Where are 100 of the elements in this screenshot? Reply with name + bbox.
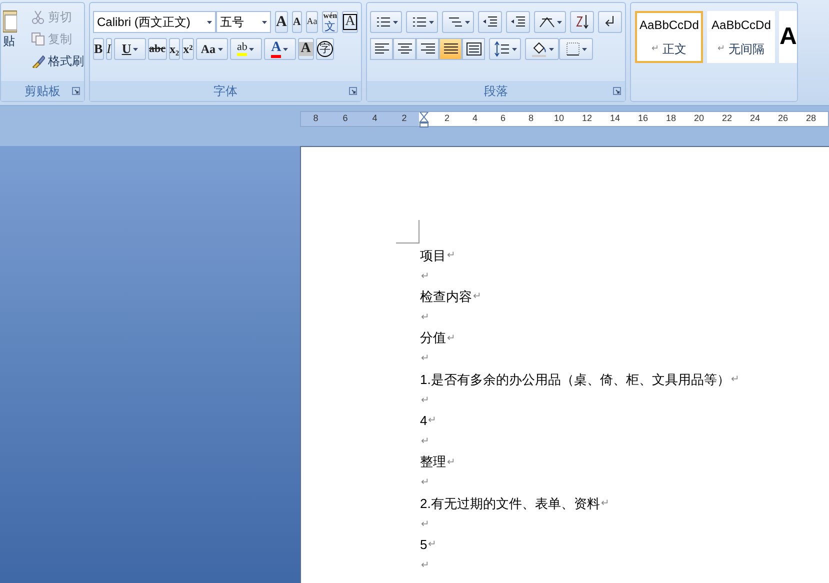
margin-corner-mark — [396, 220, 420, 244]
paragraph-text: 1.是否有多余的办公用品（桌、倚、柜、文具用品等） — [420, 370, 730, 389]
paragraph-mark: ↵ — [600, 497, 609, 512]
indent-button[interactable] — [506, 11, 530, 33]
paragraph-mark: ↵ — [718, 42, 726, 56]
align-center-button[interactable] — [393, 38, 416, 60]
format-painter-button[interactable]: 格式刷 — [31, 51, 84, 70]
distributed-icon — [466, 42, 482, 56]
decrease-indent-icon — [482, 15, 498, 29]
shading-button[interactable] — [525, 38, 560, 60]
clipboard-icon — [3, 9, 17, 33]
style-gallery-item[interactable]: A — [779, 11, 798, 63]
dialog-launcher-icon — [613, 87, 622, 95]
strikethrough-button[interactable]: abc — [148, 38, 167, 60]
paragraph-mark: ↵ — [652, 42, 660, 56]
indent-button[interactable] — [478, 11, 502, 33]
font-size-value: 五号 — [220, 14, 244, 31]
superscript-button[interactable]: x² — [182, 38, 194, 60]
border-grid-icon — [566, 42, 580, 56]
scissors-icon — [31, 10, 45, 24]
paragraph-mark: ↵ — [421, 435, 429, 450]
dialog-launcher-icon — [72, 87, 80, 95]
justify-button[interactable] — [439, 38, 462, 60]
ruler-number: 14 — [608, 112, 621, 126]
shrink-font-button[interactable]: A — [292, 11, 302, 33]
highlight-button[interactable]: ab — [230, 38, 262, 60]
paragraph-text: 项目 — [420, 246, 446, 265]
numbered-list-icon — [410, 15, 427, 29]
underline-button[interactable]: U — [114, 38, 146, 60]
ruler-number: 6 — [342, 112, 348, 126]
ruler-number: 16 — [636, 112, 649, 126]
paragraph-mark: ↵ — [421, 352, 429, 366]
paragraph-text: 2.有无过期的文件、表单、资料 — [420, 494, 600, 513]
enclose-character-button[interactable]: 字 — [316, 38, 334, 60]
sort-icon — [575, 14, 590, 30]
caret-icon — [218, 48, 223, 50]
return-arrow-icon — [604, 15, 616, 29]
copy-icon — [31, 32, 45, 46]
character-shading-button[interactable]: A — [298, 38, 314, 60]
bullet-list-icon — [374, 15, 391, 29]
list-button[interactable] — [370, 11, 402, 33]
ruler-number: 4 — [372, 112, 378, 126]
distributed-button[interactable] — [462, 38, 486, 60]
italic-button[interactable]: I — [106, 38, 112, 60]
group-label: 字体 — [214, 83, 238, 100]
ruler-number: 2 — [402, 112, 407, 126]
list-button[interactable] — [406, 11, 438, 33]
paragraph-mark: ↵ — [428, 414, 436, 428]
align-left-button[interactable] — [370, 38, 394, 60]
align-right-button[interactable] — [416, 38, 440, 60]
dialog-launcher-icon — [349, 87, 358, 95]
change-case-button[interactable]: Aa — [196, 38, 228, 60]
sort-button[interactable] — [570, 11, 594, 33]
group-label: 剪贴板 — [24, 83, 60, 100]
caret-icon — [262, 20, 267, 24]
paragraph-mark: ↵ — [473, 290, 481, 304]
font-name-value: Calibri (西文正文) — [97, 14, 190, 31]
borders-button[interactable] — [559, 38, 594, 60]
paragraph-mark: ↵ — [447, 248, 455, 263]
ruler-number: 10 — [552, 112, 565, 126]
font-name-dropdown[interactable]: Calibri (西文正文) — [93, 11, 216, 33]
style-gallery-item[interactable]: AaBbCcDd ↵ 无间隔 — [707, 11, 776, 63]
style-name: 正文 — [662, 41, 687, 58]
caret-icon — [249, 48, 254, 50]
text-direction-button[interactable] — [534, 11, 566, 33]
align-right-icon — [420, 42, 436, 56]
caret-icon — [392, 20, 398, 24]
paragraph-mark: ↵ — [428, 538, 436, 552]
ruler-number: 6 — [499, 112, 506, 126]
paragraph-mark: ↵ — [421, 476, 429, 490]
paste-button[interactable]: 贴 — [3, 35, 15, 47]
line-spacing-button[interactable] — [489, 38, 522, 60]
align-center-icon — [396, 42, 413, 56]
ruler-number: 4 — [471, 112, 478, 126]
ruler-number: 8 — [527, 112, 534, 126]
bold-button[interactable]: B — [93, 38, 104, 60]
character-border-button[interactable]: A — [342, 11, 358, 33]
caret-icon — [207, 20, 212, 24]
grow-font-button[interactable]: A — [275, 11, 288, 33]
style-name: 无间隔 — [728, 41, 765, 58]
align-left-icon — [374, 42, 390, 56]
paragraph-text: 5 — [420, 536, 428, 554]
caret-icon — [556, 20, 562, 24]
clear-formatting-button[interactable]: Aa — [306, 11, 318, 33]
caret-icon — [428, 20, 434, 24]
style-gallery-item[interactable]: AaBbCcDd ↵ 正文 — [635, 11, 704, 63]
subscript-button[interactable]: x₂ — [168, 38, 180, 60]
increase-indent-icon — [510, 15, 526, 29]
paragraph-mark: ↵ — [421, 270, 429, 284]
show-marks-button[interactable] — [598, 11, 622, 33]
font-color-button[interactable]: A — [264, 38, 296, 60]
ruler-number: 20 — [692, 112, 705, 126]
phonetic-guide-button[interactable]: wén 文 — [322, 11, 338, 33]
list-button[interactable] — [442, 11, 474, 33]
ruler-number: 8 — [313, 112, 318, 126]
ruler-number: 18 — [664, 112, 677, 126]
font-size-dropdown[interactable]: 五号 — [216, 11, 271, 33]
paragraph-mark: ↵ — [421, 394, 429, 408]
caret-icon — [582, 48, 587, 50]
style-preview: A — [780, 25, 797, 49]
